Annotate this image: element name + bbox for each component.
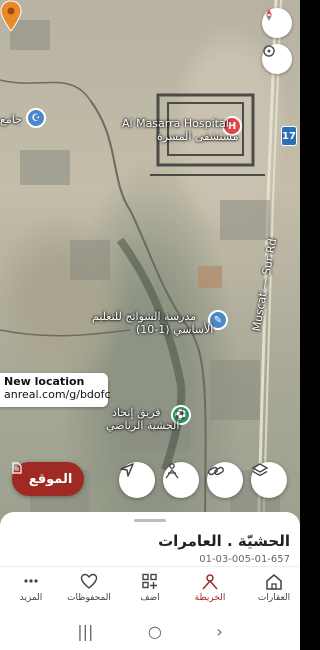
recent-apps-icon[interactable]: ||| bbox=[77, 622, 93, 641]
route-17-shield: 17 bbox=[281, 126, 297, 146]
link-icon bbox=[208, 466, 224, 476]
nav-add[interactable]: اضف bbox=[125, 573, 175, 603]
navigation-arrow-icon bbox=[120, 463, 134, 477]
nav-map-label: الخريطة bbox=[194, 593, 226, 603]
measure-button[interactable] bbox=[163, 462, 199, 498]
new-location-card[interactable]: New location anreal.com/g/bdofc bbox=[0, 373, 111, 407]
hospital-label-ar: مستشفى المسرة bbox=[157, 130, 239, 143]
satellite-icon bbox=[263, 45, 275, 57]
compass-button[interactable] bbox=[262, 8, 292, 38]
nav-properties[interactable]: العقارات bbox=[249, 573, 299, 603]
nav-properties-label: العقارات bbox=[257, 593, 291, 603]
school-label-line2: الأساسي (1-10) bbox=[136, 323, 214, 336]
new-location-url[interactable]: anreal.com/g/bdofc bbox=[4, 388, 111, 401]
location-button[interactable]: الموقع bbox=[12, 462, 84, 496]
satellite-map[interactable]: ☪ جامع H Al Masarra Hospital مستشفى المس… bbox=[0, 0, 300, 540]
nav-map[interactable]: الخريطة bbox=[185, 573, 235, 603]
place-title: الحشيّة . العامرات bbox=[158, 532, 290, 550]
new-location-title: New location bbox=[4, 375, 85, 388]
club-label-line1: فريق إتحاد bbox=[112, 406, 161, 419]
place-code: 01-03-005-01-657 bbox=[199, 554, 290, 565]
satellite-view-button[interactable] bbox=[262, 44, 292, 74]
map-pin-icon bbox=[202, 574, 218, 590]
nav-more[interactable]: المزيد bbox=[6, 573, 56, 603]
nav-saved[interactable]: المحفوظات bbox=[64, 573, 114, 603]
school-label-line1: مدرسة الشواتج للتعليم bbox=[92, 310, 197, 323]
nav-saved-label: المحفوظات bbox=[67, 593, 111, 603]
home-icon bbox=[266, 574, 282, 590]
sheet-handle[interactable] bbox=[134, 519, 166, 522]
more-icon bbox=[24, 579, 38, 583]
mosque-pin[interactable]: ☪ bbox=[26, 108, 46, 128]
nav-add-label: اضف bbox=[140, 593, 160, 603]
measure-person-icon bbox=[165, 463, 179, 479]
home-circle-icon[interactable]: ○ bbox=[148, 622, 162, 641]
location-button-label: الموقع bbox=[28, 471, 73, 487]
map-roads bbox=[0, 0, 282, 540]
system-nav-bar: ||| ○ › bbox=[0, 612, 300, 650]
bottom-nav: العقارات الخريطة اضف المحفوظات المزيد bbox=[0, 566, 300, 612]
compass-icon bbox=[266, 9, 272, 21]
nav-more-label: المزيد bbox=[19, 593, 43, 603]
dropped-pin-icon[interactable] bbox=[0, 0, 22, 32]
layers-icon bbox=[251, 463, 269, 477]
my-location-button[interactable] bbox=[119, 462, 155, 498]
share-link-button[interactable] bbox=[207, 462, 243, 498]
mosque-label: جامع bbox=[0, 113, 22, 126]
hospital-label-en: Al Masarra Hospital bbox=[122, 117, 229, 130]
add-grid-icon bbox=[142, 573, 157, 589]
club-label-line2: الحشية الرياضي bbox=[106, 419, 180, 432]
heart-icon bbox=[80, 573, 98, 589]
mosque-icon: ☪ bbox=[31, 112, 41, 124]
school-icon: ✎ bbox=[213, 314, 223, 326]
layers-button[interactable] bbox=[251, 462, 287, 498]
back-icon[interactable]: › bbox=[216, 622, 222, 641]
